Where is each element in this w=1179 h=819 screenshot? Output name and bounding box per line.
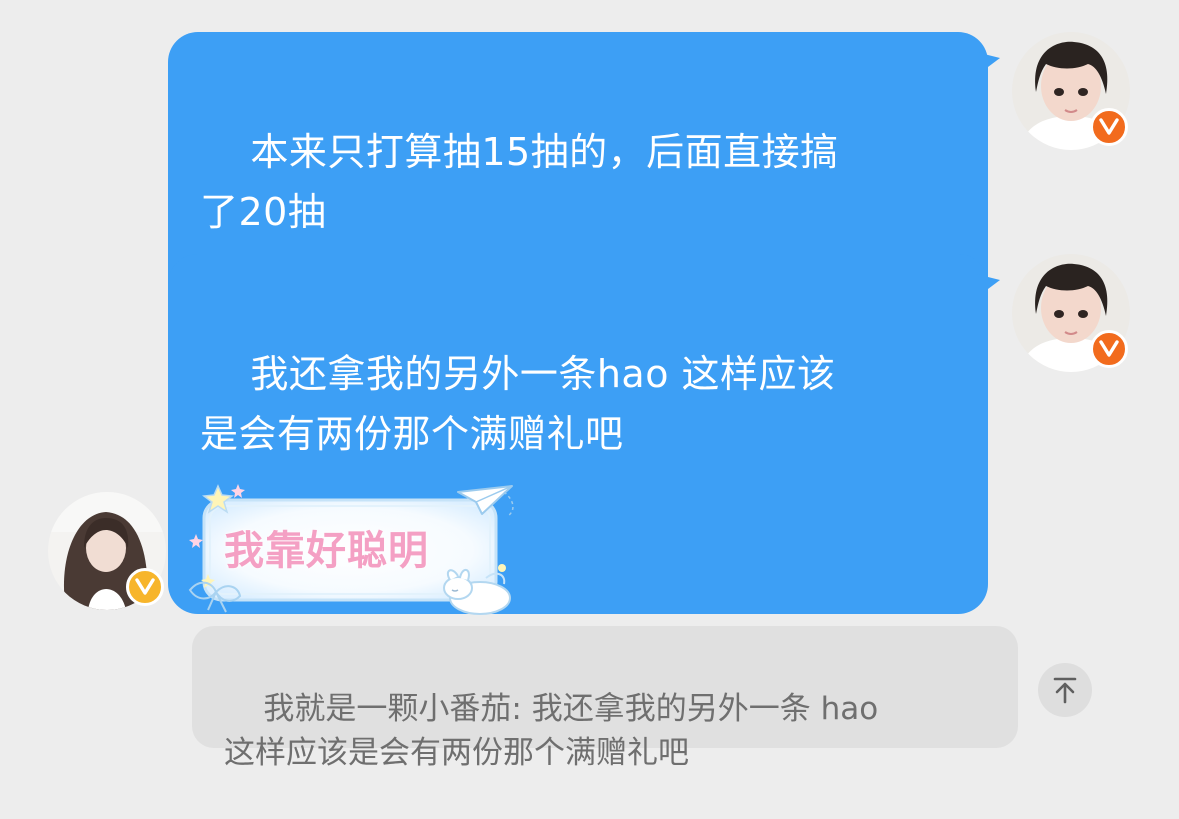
message-text: 我还拿我的另外一条hao 这样应该 是会有两份那个满赠礼吧 <box>200 352 836 456</box>
verified-badge <box>1090 330 1128 368</box>
jump-to-quoted-button[interactable] <box>1038 663 1092 717</box>
user-avatar[interactable] <box>1012 32 1130 150</box>
quoted-text: 我就是一颗小番茄: 我还拿我的另外一条 hao 这样应该是会有两份那个满赠礼吧 <box>224 691 879 771</box>
verified-v-icon <box>1099 340 1119 357</box>
verified-badge <box>126 568 164 606</box>
verified-v-icon <box>1099 118 1119 135</box>
user-avatar[interactable] <box>1012 254 1130 372</box>
arrow-up-icon <box>1053 677 1077 704</box>
sticker-text: 我靠好聪明 <box>224 528 429 574</box>
bubble-tail <box>976 52 1000 76</box>
bubble-tail <box>976 274 1000 298</box>
sticker-message[interactable]: 我靠好聪明 <box>182 478 532 618</box>
chat-thread: 本来只打算抽15抽的，后面直接搞 了20抽 我还拿我的另外一条hao 这样应该 … <box>0 0 1179 786</box>
contact-avatar[interactable] <box>48 492 166 610</box>
verified-v-icon <box>135 578 155 595</box>
message-text: 本来只打算抽15抽的，后面直接搞 了20抽 <box>200 130 839 234</box>
quoted-message[interactable]: 我就是一颗小番茄: 我还拿我的另外一条 hao 这样应该是会有两份那个满赠礼吧 <box>192 626 1018 771</box>
verified-badge <box>1090 108 1128 146</box>
